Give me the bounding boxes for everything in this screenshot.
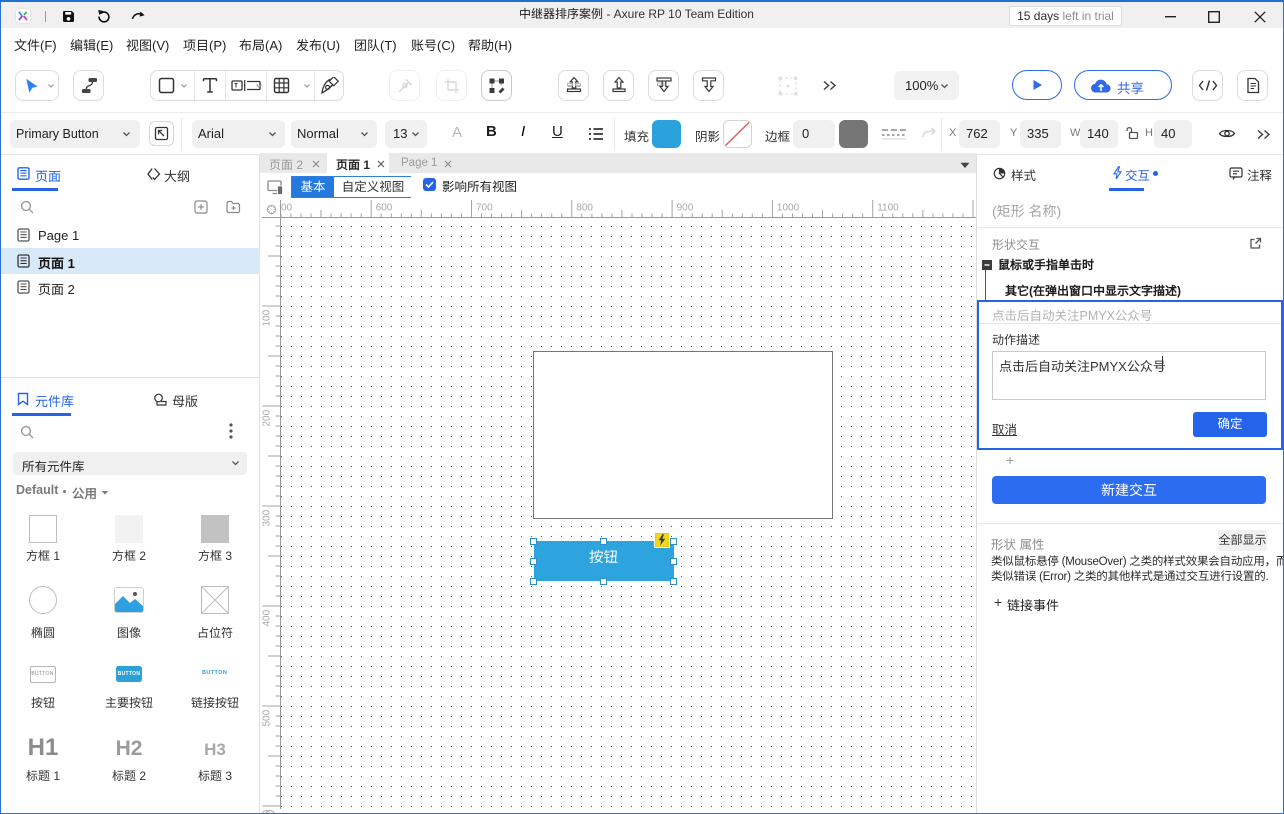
svg-text:1000: 1000 [777,203,800,214]
svg-text:600: 600 [376,203,393,214]
svg-text:300: 300 [262,509,273,526]
svg-text:900: 900 [677,203,694,214]
svg-text:400: 400 [262,609,273,626]
svg-text:800: 800 [576,203,593,214]
svg-text:500: 500 [262,709,273,726]
svg-text:1100: 1100 [877,203,899,214]
svg-text:100: 100 [262,309,273,326]
svg-text:700: 700 [476,203,493,214]
svg-text:500: 500 [280,203,293,214]
svg-text:200: 200 [262,409,273,426]
